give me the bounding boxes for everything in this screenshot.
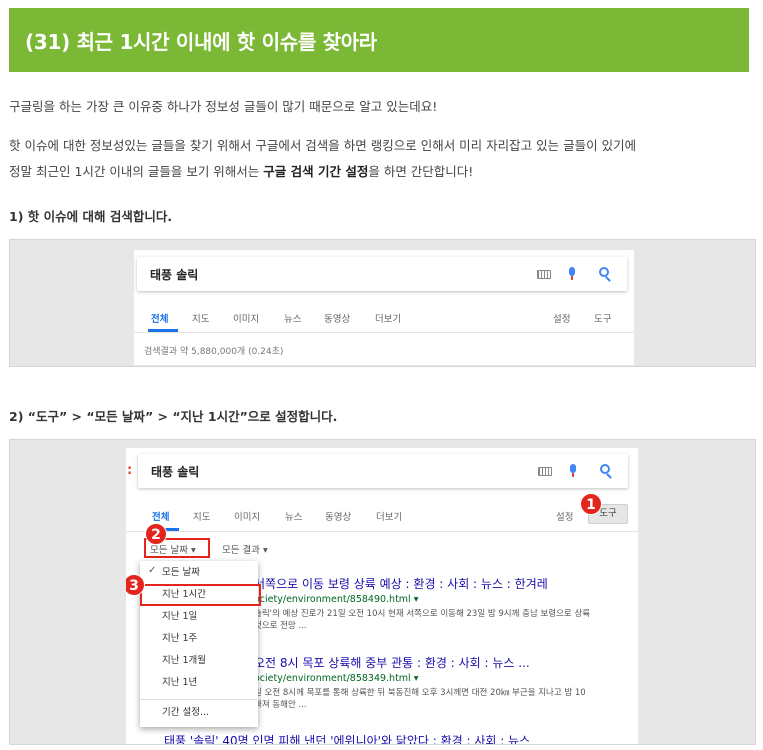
result-title-3[interactable]: 태풍 '솔릭' 40명 인명 피해 낸던 '에위니아'와 닮았다 : 환경 : … xyxy=(164,732,530,744)
tab-images[interactable]: 이미지 xyxy=(233,311,259,325)
result-snippet-1b: 것으로 전망 ... xyxy=(254,621,307,631)
tabs-divider xyxy=(126,531,638,532)
search-query-2: 태풍 솔릭 xyxy=(151,465,200,479)
keyboard-icon[interactable] xyxy=(537,270,551,279)
body-line-2-bold: 구글 검색 기간 설정 xyxy=(263,164,369,179)
tab-all[interactable]: 전체 xyxy=(151,311,168,325)
keyboard-icon[interactable] xyxy=(538,467,552,476)
result-snippet-2a: 일 오전 8시께 목포를 통해 상륙한 뒤 북동진해 오후 3시께면 대전 20… xyxy=(254,688,586,698)
result-snippet-2b: 빠져 동해안 ... xyxy=(254,700,307,710)
tools-link[interactable]: 도구 xyxy=(594,311,611,325)
body-line-2-pre: 정말 최근인 1시간 이내의 글들을 보기 위해서는 xyxy=(9,164,264,179)
tabs-divider xyxy=(134,332,634,333)
highlight-past-hour xyxy=(140,584,261,606)
tab-maps[interactable]: 지도 xyxy=(193,509,210,523)
mic-icon[interactable] xyxy=(569,267,575,280)
menu-item-any-time[interactable]: 모든 날짜 xyxy=(140,563,258,583)
tab-videos[interactable]: 동영상 xyxy=(325,509,351,523)
step-2-heading: 2) “도구” > “모든 날짜” > “지난 1시간”으로 설정합니다. xyxy=(9,409,338,424)
search-icon[interactable] xyxy=(599,267,612,282)
menu-divider xyxy=(140,699,258,700)
page-title: (31) 최근 1시간 이내에 핫 이슈를 찾아라 xyxy=(25,30,377,54)
result-filter-dropdown[interactable]: 모든 결과 ▾ xyxy=(222,542,268,556)
result-title-2[interactable]: 오전 8시 목포 상륙해 중부 관통 : 환경 : 사회 : 뉴스 ... xyxy=(254,654,530,671)
menu-item-past-day[interactable]: 지난 1일 xyxy=(140,607,258,627)
body-line-2: 정말 최근인 1시간 이내의 글들을 보기 위해서는 구글 검색 기간 설정을 … xyxy=(9,159,473,185)
settings-link[interactable]: 설정 xyxy=(553,311,570,325)
tab-all[interactable]: 전체 xyxy=(152,509,169,523)
result-url-2[interactable]: ociety/environment/858349.html ▾ xyxy=(254,673,418,684)
result-url-1[interactable]: ociety/environment/858490.html ▾ xyxy=(254,594,418,605)
tab-maps[interactable]: 지도 xyxy=(192,311,209,325)
step-1-heading: 1) 핫 이슈에 대해 검색합니다. xyxy=(9,209,173,224)
search-box-2[interactable]: 태풍 솔릭 xyxy=(138,454,628,488)
google-logo-fragment: : xyxy=(127,463,133,478)
title-banner: (31) 최근 1시간 이내에 핫 이슈를 찾아라 xyxy=(9,8,749,72)
step-marker-2: 2 xyxy=(145,523,167,545)
body-line-1: 핫 이슈에 대한 정보성있는 글들을 찾기 위해서 구글에서 검색을 하면 랭킹… xyxy=(9,138,637,153)
body-line-2-post: 을 하면 간단합니다! xyxy=(368,164,474,179)
mic-icon[interactable] xyxy=(570,464,576,477)
result-snippet-1a: 솔릭'의 예상 진로가 21일 오전 10시 현재 서쪽으로 이동해 23일 밤… xyxy=(254,609,591,619)
tab-more[interactable]: 더보기 xyxy=(375,311,401,325)
menu-item-past-month[interactable]: 지난 1개월 xyxy=(140,651,258,671)
tab-videos[interactable]: 동영상 xyxy=(324,311,350,325)
search-icon[interactable] xyxy=(600,464,613,479)
menu-item-past-week[interactable]: 지난 1주 xyxy=(140,629,258,649)
search-query: 태풍 솔릭 xyxy=(150,268,199,282)
search-box[interactable]: 태풍 솔릭 xyxy=(137,257,627,291)
google-results-panel-1: 태풍 솔릭 전체 지도 이미지 뉴스 동영상 더보기 설정 도구 검색결과 약 … xyxy=(134,250,634,365)
step-marker-1: 1 xyxy=(580,493,602,515)
result-stats: 검색결과 약 5,880,000개 (0.24초) xyxy=(144,347,284,357)
screenshot-1: 태풍 솔릭 전체 지도 이미지 뉴스 동영상 더보기 설정 도구 검색결과 약 … xyxy=(9,239,756,367)
tab-images[interactable]: 이미지 xyxy=(234,509,260,523)
tab-more[interactable]: 더보기 xyxy=(376,509,402,523)
menu-item-past-year[interactable]: 지난 1년 xyxy=(140,673,258,693)
tab-news[interactable]: 뉴스 xyxy=(284,311,301,325)
google-results-panel-2: : 태풍 솔릭 전체 지도 이미지 뉴스 동영상 더보기 설정 도구 모든 날짜… xyxy=(126,448,638,744)
result-title-1[interactable]: 서쪽으로 이동 보령 상륙 예상 : 환경 : 사회 : 뉴스 : 한겨레 xyxy=(254,575,548,592)
menu-item-custom-range[interactable]: 기간 설정... xyxy=(140,703,258,723)
intro-text: 구글링을 하는 가장 큰 이유중 하나가 정보성 글들이 많기 때문으로 알고 … xyxy=(9,99,438,114)
tab-news[interactable]: 뉴스 xyxy=(285,509,302,523)
settings-link[interactable]: 설정 xyxy=(556,509,573,523)
screenshot-2: : 태풍 솔릭 전체 지도 이미지 뉴스 동영상 더보기 설정 도구 모든 날짜… xyxy=(9,439,756,745)
